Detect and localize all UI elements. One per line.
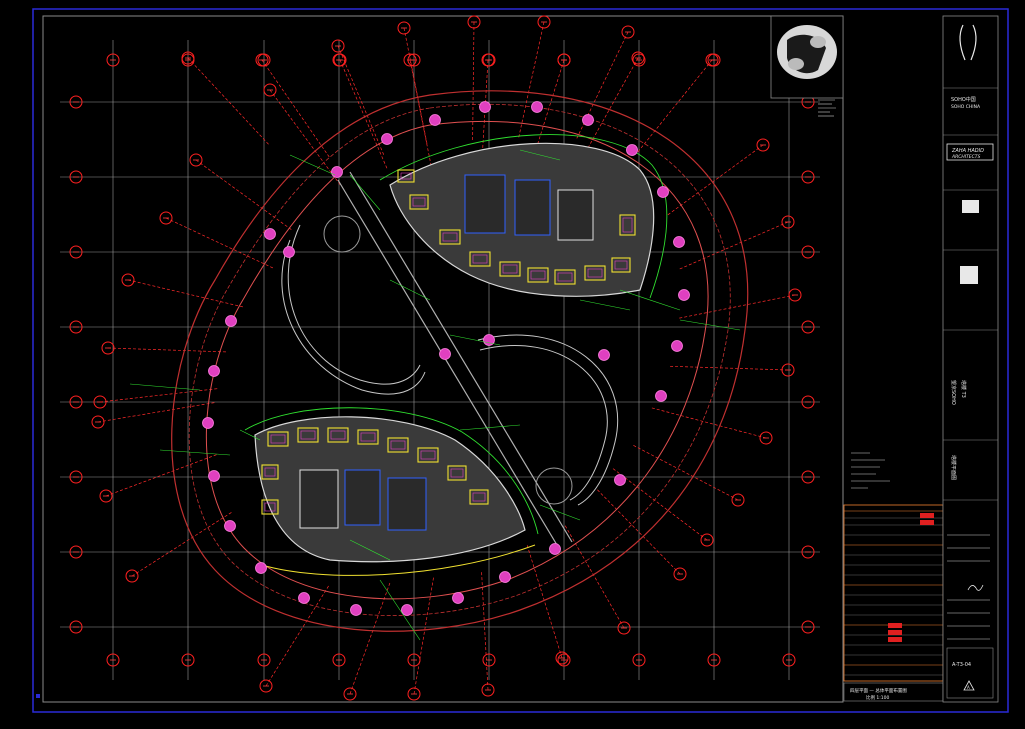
firm-name-en: SOHO CHINA: [951, 104, 981, 110]
firm-name: SOHO中国: [951, 96, 976, 103]
column-marker: [678, 289, 690, 301]
column-marker: [439, 348, 451, 360]
column-marker: [499, 571, 511, 583]
column-marker: [479, 101, 491, 113]
column-marker: [208, 470, 220, 482]
key-plan-tower: [810, 36, 826, 48]
project-name: 望京SOHO: [950, 380, 957, 405]
column-marker: [224, 520, 236, 532]
left-margin-tick: [36, 694, 40, 698]
column-marker: [598, 349, 610, 361]
column-marker: [531, 101, 543, 113]
column-marker: [255, 562, 267, 574]
column-marker: [298, 592, 310, 604]
drawing-scale: 比例 1:100: [866, 694, 890, 701]
revision-flag: [920, 513, 934, 518]
column-marker: [657, 186, 669, 198]
stamp-box: [960, 266, 978, 284]
title-block: SOHO中国 SOHO CHINA ZAHA HADID ARCHITECTS …: [942, 15, 999, 703]
upper-core-block-b: [514, 179, 551, 236]
seal-box: [962, 200, 979, 213]
sheet-number: A-T3-04: [952, 662, 971, 668]
revision-flag: [888, 630, 902, 635]
revision-flag: [920, 520, 934, 525]
column-marker: [671, 340, 683, 352]
column-marker: [549, 543, 561, 555]
revision-mark: A: [967, 685, 970, 690]
column-marker: [350, 604, 362, 616]
column-marker: [626, 144, 638, 156]
column-marker: [655, 390, 667, 402]
upper-core-block-c: [557, 189, 594, 241]
drawing-label: 四层平面 — 总体平面布置图: [850, 687, 907, 694]
title-block-frame: [942, 15, 999, 703]
project-name-2: 塔楼 T3: [960, 380, 967, 398]
revision-flag: [888, 637, 902, 642]
column-marker: [401, 604, 413, 616]
column-marker: [381, 133, 393, 145]
partner-name-2: ARCHITECTS: [951, 154, 981, 160]
lower-core-block-b: [344, 469, 381, 526]
column-marker: [614, 474, 626, 486]
key-plan-tower-2: [788, 58, 804, 70]
partner-name: ZAHA HADID: [951, 148, 984, 154]
column-marker: [202, 417, 214, 429]
column-marker: [331, 166, 343, 178]
column-marker: [582, 114, 594, 126]
sheet-title: 塔楼平面图: [950, 455, 957, 480]
column-marker: [208, 365, 220, 377]
cad-drawing-sheet: 四层平面 — 总体平面布置图 比例 1:100 SOHO中国 SOHO CHIN…: [0, 0, 1025, 729]
upper-core-block-a: [464, 174, 506, 234]
column-marker: [225, 315, 237, 327]
lower-core: [299, 469, 427, 531]
column-marker: [264, 228, 276, 240]
column-marker: [673, 236, 685, 248]
column-marker: [429, 114, 441, 126]
column-marker: [283, 246, 295, 258]
column-marker: [452, 592, 464, 604]
background: [0, 0, 1025, 729]
lower-core-block-c: [387, 477, 427, 531]
revision-flag: [888, 623, 902, 628]
lower-core-block-a: [299, 469, 339, 529]
